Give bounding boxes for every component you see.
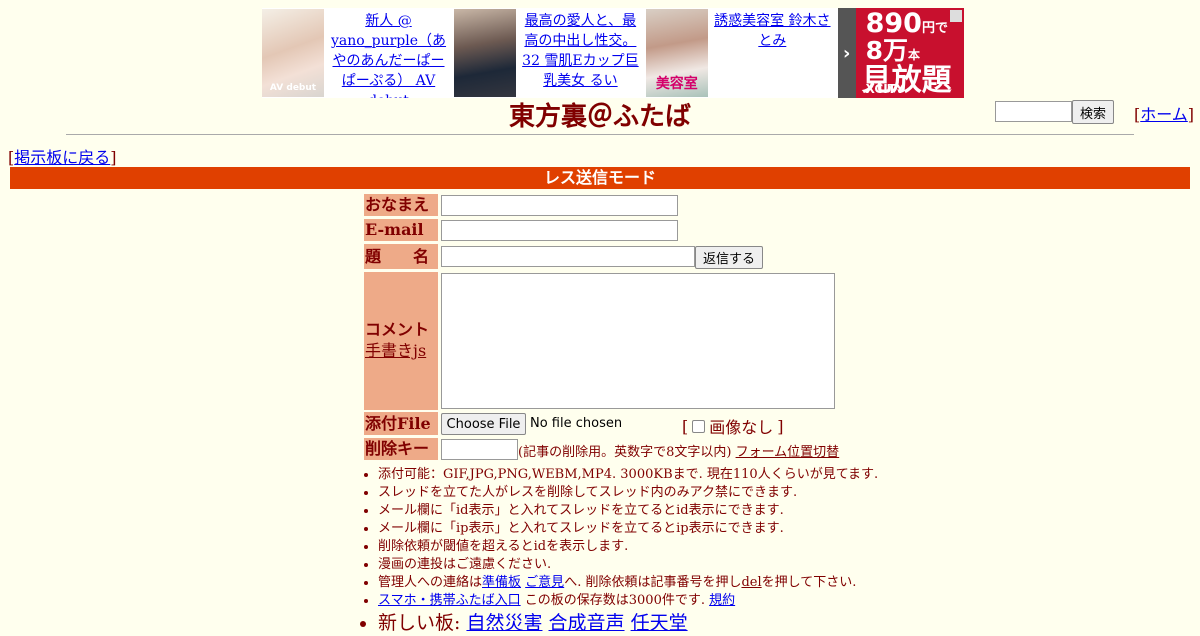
delkey-label: 削除キー	[364, 438, 438, 460]
no-image-label: 画像なし	[709, 418, 774, 437]
home-link[interactable]: ホーム	[1140, 105, 1188, 124]
ad-item-1[interactable]: AV debut 新人 @ yano_purple（あやのあんだーぱーぱーぷる）…	[262, 8, 454, 98]
ad-thumbnail[interactable]	[453, 9, 516, 97]
back-link-wrapper: [掲示板に戻る]	[8, 148, 117, 167]
form-position-toggle-link[interactable]: フォーム位置切替	[736, 445, 840, 460]
file-label: 添付File	[364, 412, 438, 435]
list-item: スマホ・携帯ふたば入口 この板の保存数は3000件です. 規約	[378, 592, 878, 610]
list-item: スレッドを立てた人がレスを削除してスレッド内のみアク禁にできます.	[378, 484, 878, 502]
promo-banner[interactable]: 890円で 8万本 XCITY 見放題	[855, 8, 964, 98]
list-item: 添付可能：GIF,JPG,PNG,WEBM,MP4. 3000KBまで. 現在1…	[378, 466, 878, 484]
del-link[interactable]: del	[741, 575, 761, 590]
ad-thumbnail[interactable]: AV debut	[262, 9, 324, 97]
back-to-board-link[interactable]: 掲示板に戻る	[14, 148, 110, 167]
ad-link[interactable]: 誘惑美容室 鈴木さとみ	[708, 8, 837, 98]
comment-label-cell: コメント 手書きjs	[364, 272, 438, 410]
choose-file-button[interactable]: Choose File	[441, 413, 526, 435]
thumb-caption: AV debut	[269, 83, 317, 93]
name-field[interactable]	[441, 195, 678, 216]
delete-key-field[interactable]	[441, 439, 518, 460]
list-item: 新しい板: 自然災害 合成音声 任天堂	[378, 610, 878, 636]
delkey-note: (記事の削除用。英数字で8文字以内) フォーム位置切替	[518, 445, 840, 460]
search-button[interactable]: 検索	[1072, 100, 1114, 124]
email-field[interactable]	[441, 220, 678, 241]
list-item: メール欄に「ip表示」と入れてスレッドを立てるとip表示にできます.	[378, 520, 878, 538]
bracket-open: [	[682, 416, 689, 436]
prep-board-link[interactable]: 準備板	[482, 575, 521, 590]
home-link-wrapper: [ホーム]	[1134, 105, 1195, 124]
subject-field[interactable]	[441, 246, 695, 267]
divider	[66, 134, 1134, 135]
comment-textarea[interactable]	[441, 273, 835, 409]
handwrite-link[interactable]: 手書きjs	[365, 341, 426, 360]
list-item: 管理人への連絡は準備板 ご意見へ. 削除依頼は記事番号を押しdelを押して下さい…	[378, 574, 878, 592]
badge-icon	[949, 10, 962, 22]
chevron-right-icon[interactable]: ›	[837, 8, 856, 98]
email-label: E-mail	[364, 219, 438, 241]
new-board-link[interactable]: 合成音声	[549, 612, 625, 634]
thumb-caption: 美容室	[655, 76, 698, 92]
ad-thumbnail[interactable]: 美容室	[645, 9, 708, 97]
ad-link[interactable]: 最高の愛人と、最高の中出し性交。 32 雪肌Eカップ巨乳美女 るい	[516, 8, 645, 98]
ad-banner[interactable]: AV debut 新人 @ yano_purple（あやのあんだーぱーぱーぷる）…	[262, 8, 964, 98]
submit-button[interactable]: 返信する	[695, 246, 763, 269]
comment-label: コメント	[365, 320, 430, 339]
ad-item-2[interactable]: 最高の愛人と、最高の中出し性交。 32 雪肌Eカップ巨乳美女 るい	[453, 8, 646, 98]
list-item: 漫画の連投はご遠慮ください.	[378, 556, 878, 574]
promo-tagline: 見放題	[861, 63, 952, 98]
no-image-checkbox[interactable]	[692, 419, 706, 433]
file-name-text: No file chosen	[530, 416, 623, 431]
name-label: おなまえ	[364, 194, 438, 216]
subject-label: 題 名	[364, 244, 438, 269]
ad-link[interactable]: 新人 @ yano_purple（あやのあんだーぱーぱーぷる） AV debut	[324, 8, 453, 98]
search-input[interactable]	[995, 101, 1072, 122]
no-image-option: [ 画像なし ]	[682, 414, 784, 438]
mode-banner: レス送信モード	[10, 167, 1190, 189]
feedback-link[interactable]: ご意見	[525, 575, 564, 590]
list-item: メール欄に「id表示」と入れてスレッドを立てるとid表示にできます.	[378, 502, 878, 520]
terms-link[interactable]: 規約	[709, 593, 735, 608]
new-board-link[interactable]: 自然災害	[466, 612, 542, 634]
rules-list: 添付可能：GIF,JPG,PNG,WEBM,MP4. 3000KBまで. 現在1…	[364, 466, 878, 636]
new-board-link[interactable]: 任天堂	[631, 612, 688, 634]
list-item: 削除依頼が閾値を超えるとidを表示します.	[378, 538, 878, 556]
bracket-close: ]	[777, 416, 784, 436]
mobile-entrance-link[interactable]: スマホ・携帯ふたば入口	[378, 593, 521, 608]
ad-item-3[interactable]: 美容室 誘惑美容室 鈴木さとみ	[645, 8, 838, 98]
